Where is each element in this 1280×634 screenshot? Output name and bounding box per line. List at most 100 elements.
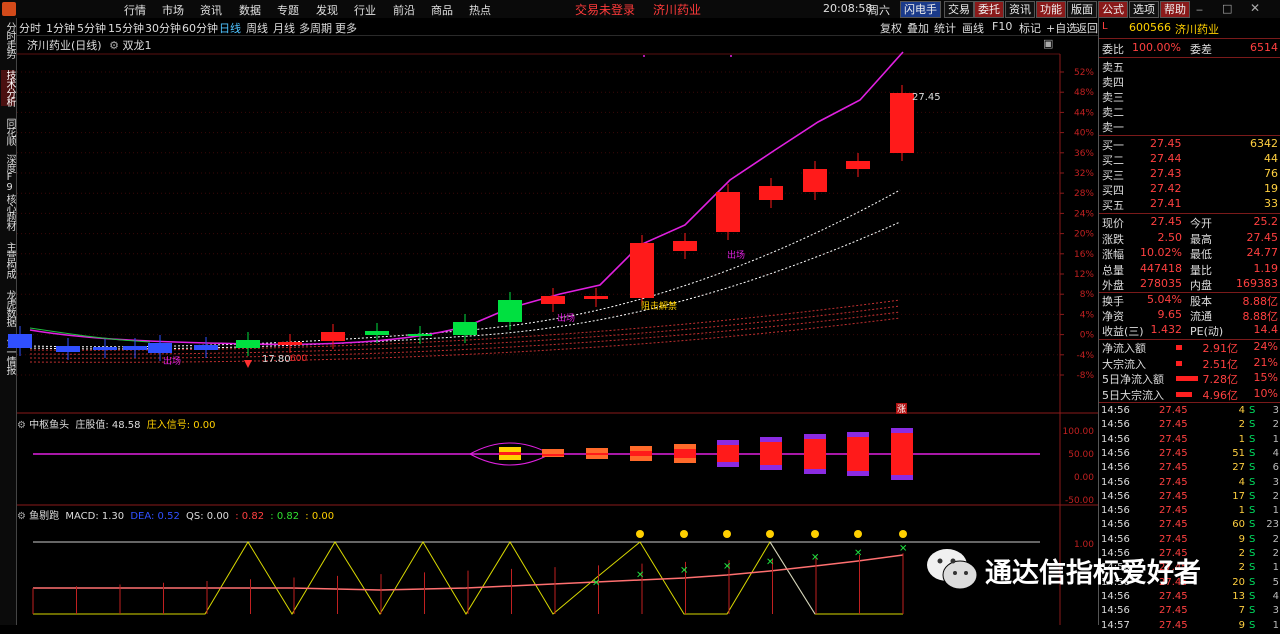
stat-row-v: 10.02% <box>1140 246 1182 259</box>
tick-count: 2 <box>1272 490 1279 502</box>
candle-body <box>8 334 32 348</box>
sub2-cross-mark: ✕ <box>811 553 819 564</box>
close-icon[interactable]: ✕ <box>1250 1 1260 15</box>
tick-time: 14:56 <box>1101 490 1130 502</box>
sell-row-k: 卖三 <box>1102 91 1124 104</box>
sub2-cross-mark: ✕ <box>854 548 862 559</box>
sub2-yellow-dot <box>723 530 731 538</box>
stat-row-v2: 27.45 <box>1246 230 1279 244</box>
sub1-bar-inner <box>891 433 913 475</box>
stat-row: 总量 447418 量比 1.19 <box>1102 262 1278 277</box>
flow-value: 2.51亿 <box>1202 357 1239 371</box>
help-button[interactable]: 帮助 <box>1160 1 1190 18</box>
maximize-icon[interactable]: □ <box>1222 2 1232 15</box>
sub1-bar-inner <box>717 445 739 462</box>
stat-row-v: 2.50 <box>1157 230 1183 244</box>
price-axis-label: 40% <box>1074 129 1094 139</box>
tick-price: 27.45 <box>1159 605 1188 617</box>
sub2-yellow-dot <box>854 530 862 538</box>
sub1-axis-label: 100.00 <box>1063 427 1095 437</box>
tick-row[interactable]: 14:56 27.45 4 S 3 <box>1101 405 1279 419</box>
fund-row-v: 5.04% <box>1147 293 1182 306</box>
tick-price: 27.45 <box>1159 462 1188 474</box>
price-axis-label: 52% <box>1074 68 1094 78</box>
sub1-bar-inner <box>847 437 869 471</box>
tick-price: 27.45 <box>1159 433 1188 445</box>
stat-row-v2: 169383 <box>1236 277 1278 290</box>
buy-row[interactable]: 买三 27.43 76 <box>1102 167 1278 182</box>
tick-time: 14:56 <box>1101 519 1130 531</box>
tick-side: S <box>1249 447 1256 459</box>
sub1-bar-inner <box>542 454 564 456</box>
candle-body <box>541 296 565 304</box>
tick-row[interactable]: 14:56 27.45 4 S 3 <box>1101 477 1279 491</box>
buy-volume: 19 <box>1264 182 1278 195</box>
tick-volume: 20 <box>1232 576 1245 588</box>
sub2-axis-label: 1.00 <box>1074 540 1094 550</box>
flow-value: 7.28亿 <box>1202 373 1239 386</box>
buy-label: 买一 <box>1102 139 1124 152</box>
fund-row-v: 9.65 <box>1157 308 1183 321</box>
tick-row[interactable]: 14:56 27.45 51 S 4 <box>1101 448 1279 462</box>
fund-row: 换手 5.04% 股本 8.88亿 <box>1102 293 1278 308</box>
formula-button[interactable]: 公式 <box>1098 1 1128 18</box>
buy-row[interactable]: 买四 27.42 19 <box>1102 182 1278 197</box>
sub1-bar-inner <box>586 453 608 455</box>
tick-count: 3 <box>1272 405 1279 416</box>
buy-row[interactable]: 买一 27.45 6342 <box>1102 137 1278 152</box>
price-axis-label: 16% <box>1074 250 1094 260</box>
fund-row-v: 1.432 <box>1150 323 1183 336</box>
price-axis-label: -4% <box>1076 351 1094 361</box>
stat-row-k: 总量 <box>1102 263 1124 277</box>
fund-row-k: 收益(三) <box>1102 325 1144 338</box>
price-axis-label: 4% <box>1080 310 1095 320</box>
stat-row-k: 涨跌 <box>1102 232 1124 246</box>
stat-row-k: 外盘 <box>1102 279 1124 292</box>
tick-row[interactable]: 14:56 27.45 60 S 23 <box>1101 519 1279 533</box>
limit-up-text: 涨 <box>897 404 906 415</box>
candle-body <box>408 334 432 336</box>
buy-row[interactable]: 买二 27.44 44 <box>1102 152 1278 167</box>
tick-row[interactable]: 14:56 27.45 17 S 2 <box>1101 491 1279 505</box>
candle-body <box>123 346 147 350</box>
tick-row[interactable]: 14:56 27.45 13 S 4 <box>1101 591 1279 605</box>
tick-price: 27.45 <box>1159 590 1188 602</box>
tick-price: 27.45 <box>1159 619 1188 631</box>
candle-body <box>630 243 654 298</box>
price-axis-label: 36% <box>1074 149 1094 159</box>
tick-row[interactable]: 14:56 27.45 1 S 1 <box>1101 505 1279 519</box>
kline-chart[interactable]: 52% 48% 44% 40% 36% 32% 28% 24% 20% 16% 12% 8% 4% 0% -… <box>0 0 1098 625</box>
minimize-icon[interactable]: ‒ <box>1196 3 1203 16</box>
tick-count: 2 <box>1272 548 1279 559</box>
tick-count: 6 <box>1272 462 1279 474</box>
stat-row-v: 278035 <box>1140 277 1182 290</box>
tick-row[interactable]: 14:57 27.45 9 S 1 <box>1101 620 1279 634</box>
sell-row: 卖五 <box>1102 59 1278 74</box>
tick-count: 4 <box>1272 447 1279 459</box>
flow-label: 5日大宗流入 <box>1102 388 1164 402</box>
flow-label: 5日净流入额 <box>1102 373 1164 386</box>
tick-row[interactable]: 14:56 27.45 1 S 1 <box>1101 434 1279 448</box>
tick-side: S <box>1249 419 1256 431</box>
buy-row[interactable]: 买五 27.41 33 <box>1102 197 1278 212</box>
flow-row: 大宗流入 2.51亿 21% <box>1102 356 1278 371</box>
sub1-bar-inner <box>630 451 652 456</box>
buy-label: 买四 <box>1102 184 1124 197</box>
sell-row: 卖三 <box>1102 89 1278 104</box>
tick-volume: 1 <box>1238 505 1245 517</box>
tick-side: S <box>1249 490 1256 502</box>
candle-body <box>584 296 608 299</box>
options-button[interactable]: 选项 <box>1129 1 1159 18</box>
tick-row[interactable]: 14:56 27.45 7 S 3 <box>1101 605 1279 619</box>
tick-price: 27.45 <box>1159 533 1188 545</box>
tick-time: 14:56 <box>1101 605 1130 617</box>
fund-row-k2: 股本 <box>1190 295 1212 308</box>
tick-row[interactable]: 14:56 27.45 2 S 2 <box>1101 419 1279 433</box>
tick-volume: 17 <box>1232 490 1245 502</box>
tick-count: 1 <box>1272 562 1279 574</box>
tick-row[interactable]: 14:56 27.45 9 S 2 <box>1101 534 1279 548</box>
stat-row-k: 涨幅 <box>1102 248 1124 261</box>
fund-row-k: 换手 <box>1102 295 1124 308</box>
tick-row[interactable]: 14:56 27.45 27 S 6 <box>1101 462 1279 476</box>
flow-value: 2.91亿 <box>1202 342 1239 355</box>
